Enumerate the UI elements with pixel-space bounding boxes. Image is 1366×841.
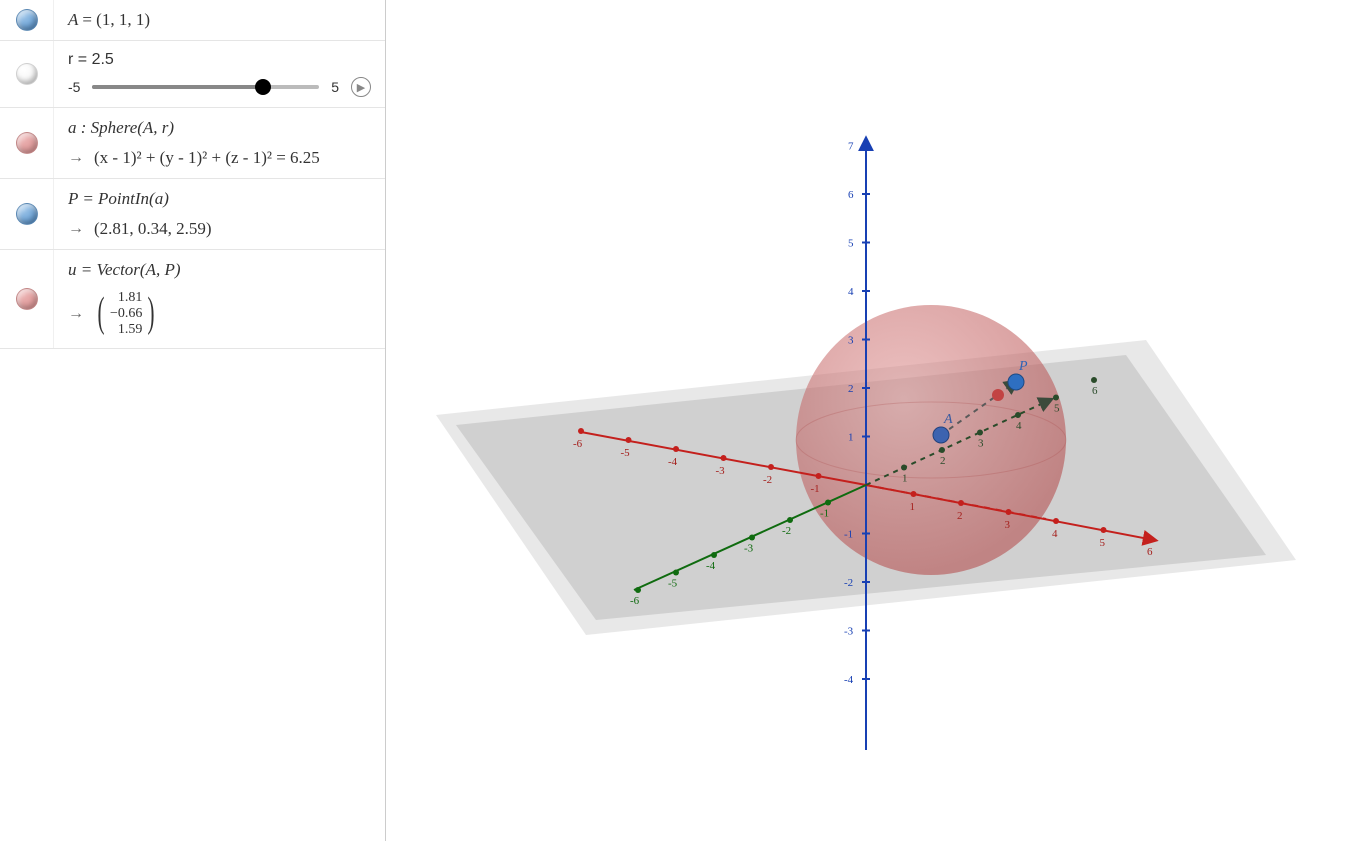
sphere-marble-icon xyxy=(16,9,38,31)
svg-text:5: 5 xyxy=(848,238,854,250)
sphere-marble-icon xyxy=(16,63,38,85)
svg-text:1: 1 xyxy=(848,432,854,444)
visibility-toggle-r[interactable] xyxy=(0,41,54,107)
svg-text:-2: -2 xyxy=(763,474,772,486)
sphere-marble-icon xyxy=(16,203,38,225)
svg-text:-2: -2 xyxy=(782,525,791,537)
svg-text:-1: -1 xyxy=(811,483,820,495)
algebra-row-slider-r[interactable]: r = 2.5 -5 5 ▶ xyxy=(0,41,385,108)
point-p[interactable] xyxy=(1008,374,1024,390)
svg-text:3: 3 xyxy=(1005,519,1011,531)
algebra-row-sphere-a[interactable]: a : Sphere(A, r) → (x - 1)² + (y - 1)² +… xyxy=(0,108,385,179)
slider-min-label: -5 xyxy=(68,79,80,95)
definition-label: u = Vector(A, P) xyxy=(68,260,371,280)
svg-text:-3: -3 xyxy=(716,465,726,477)
svg-text:2: 2 xyxy=(940,455,946,467)
slider-track[interactable] xyxy=(92,85,319,89)
svg-text:-4: -4 xyxy=(706,560,716,572)
visibility-toggle-p[interactable] xyxy=(0,179,54,249)
svg-text:7: 7 xyxy=(848,141,854,153)
svg-text:3: 3 xyxy=(848,335,854,347)
definition-label: A = (1, 1, 1) xyxy=(68,10,150,29)
svg-text:4: 4 xyxy=(1016,420,1022,432)
definition-label: a : Sphere(A, r) xyxy=(68,118,371,138)
algebra-row-point-p[interactable]: P = PointIn(a) → (2.81, 0.34, 2.59) xyxy=(0,179,385,250)
algebra-row-vector-u[interactable]: u = Vector(A, P) → ( 1.81 −0.66 1.59 ) xyxy=(0,250,385,349)
svg-text:4: 4 xyxy=(1052,528,1058,540)
svg-text:4: 4 xyxy=(848,286,854,298)
point-a-label: A xyxy=(943,412,953,427)
slider-value-label: r = 2.5 xyxy=(68,51,371,69)
play-animation-button[interactable]: ▶ xyxy=(351,77,371,97)
svg-text:5: 5 xyxy=(1100,537,1106,549)
slider-max-label: 5 xyxy=(331,79,339,95)
svg-text:-4: -4 xyxy=(668,456,678,468)
visibility-toggle-a[interactable] xyxy=(0,0,54,40)
definition-label: P = PointIn(a) xyxy=(68,189,371,209)
algebra-view: A = (1, 1, 1) r = 2.5 -5 xyxy=(0,0,386,841)
svg-text:6: 6 xyxy=(1092,385,1098,397)
svg-text:-6: -6 xyxy=(573,438,583,450)
vector-endpoint xyxy=(992,389,1004,401)
svg-text:-4: -4 xyxy=(844,674,854,686)
svg-text:1: 1 xyxy=(910,501,916,513)
sphere-marble-icon xyxy=(16,288,38,310)
result-label: (x - 1)² + (y - 1)² + (z - 1)² = 6.25 xyxy=(94,148,320,168)
output-arrow-icon: → xyxy=(68,220,84,238)
svg-text:-5: -5 xyxy=(621,447,631,459)
svg-text:-3: -3 xyxy=(744,543,754,555)
output-arrow-icon: → xyxy=(68,149,84,167)
app-root: A = (1, 1, 1) r = 2.5 -5 xyxy=(0,0,1366,841)
point-p-label: P xyxy=(1018,359,1028,374)
visibility-toggle-sphere[interactable] xyxy=(0,108,54,178)
svg-text:-5: -5 xyxy=(668,578,678,590)
slider-thumb[interactable] xyxy=(255,79,271,95)
svg-text:-1: -1 xyxy=(820,508,829,520)
sphere-a[interactable] xyxy=(796,305,1066,575)
sphere-marble-icon xyxy=(16,132,38,154)
point-a[interactable] xyxy=(933,427,949,443)
svg-text:2: 2 xyxy=(957,510,963,522)
output-arrow-icon: → xyxy=(68,305,84,323)
svg-text:6: 6 xyxy=(848,189,854,201)
algebra-row-point-a[interactable]: A = (1, 1, 1) xyxy=(0,0,385,41)
svg-text:6: 6 xyxy=(1147,546,1153,558)
result-label: (2.81, 0.34, 2.59) xyxy=(94,219,212,239)
svg-text:-6: -6 xyxy=(630,595,640,607)
svg-text:-1: -1 xyxy=(844,529,853,541)
visibility-toggle-u[interactable] xyxy=(0,250,54,348)
svg-text:-3: -3 xyxy=(844,626,854,638)
svg-text:-2: -2 xyxy=(844,577,853,589)
vector-value: ( 1.81 −0.66 1.59 ) xyxy=(94,290,158,338)
graphics-view-3d[interactable]: 7 6 5 4 3 2 1 -1 -2 -3 -4 1 2 3 4 5 6 -1… xyxy=(386,0,1366,841)
svg-text:5: 5 xyxy=(1054,403,1060,415)
svg-text:1: 1 xyxy=(902,473,908,485)
svg-text:2: 2 xyxy=(848,383,854,395)
svg-text:3: 3 xyxy=(978,438,984,450)
